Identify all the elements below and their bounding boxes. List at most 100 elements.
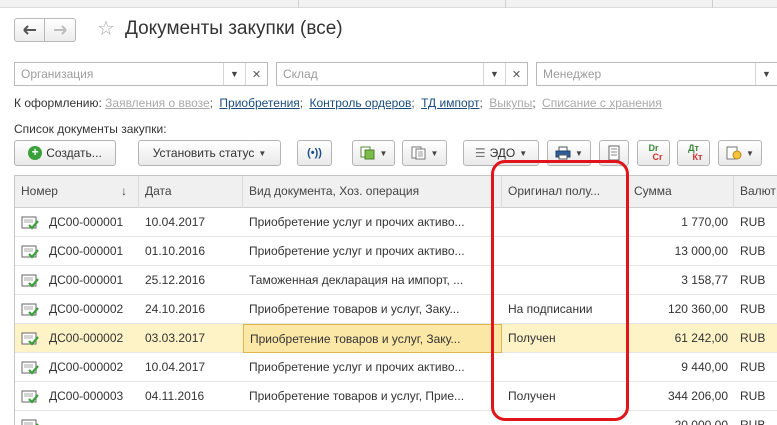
cell-number[interactable]: ДС00-000001 bbox=[15, 208, 139, 237]
edo-icon: ☰ bbox=[474, 146, 486, 160]
cr-label: Cr bbox=[652, 152, 663, 162]
column-header-number[interactable]: Номер ↓ bbox=[15, 176, 139, 208]
table-header: Номер ↓ Дата Вид документа, Хоз. операци… bbox=[15, 176, 777, 208]
create-based-on-button[interactable]: ▼ bbox=[352, 140, 395, 166]
cell-number[interactable]: ДС00-000003 bbox=[15, 382, 139, 411]
for-processing-label: К оформлению: bbox=[14, 96, 102, 110]
column-header-type[interactable]: Вид документа, Хоз. операция bbox=[243, 176, 502, 208]
link-import-applications[interactable]: Заявления о ввозе bbox=[105, 96, 210, 110]
cell-date[interactable]: 25.12.2016 bbox=[139, 266, 243, 295]
for-processing-bar: К оформлению: Заявления о ввозе; Приобре… bbox=[14, 96, 662, 110]
cell-number[interactable]: ДС00-000002 bbox=[15, 295, 139, 324]
link-storage-writeoff[interactable]: Списание с хранения bbox=[542, 96, 662, 110]
cell-document-type[interactable] bbox=[243, 411, 502, 425]
cell-currency[interactable]: RUB bbox=[734, 353, 777, 382]
cell-sum[interactable]: 9 440,00 bbox=[628, 353, 734, 382]
warehouse-field[interactable]: Склад ▼ ✕ bbox=[276, 62, 528, 86]
cell-document-type[interactable]: Приобретение товаров и услуг, Заку... bbox=[243, 295, 502, 324]
column-header-sum[interactable]: Сумма bbox=[628, 176, 734, 208]
set-status-label: Установить статус bbox=[152, 146, 255, 160]
back-button[interactable] bbox=[14, 18, 45, 42]
journal-icon bbox=[608, 145, 620, 161]
arrow-right-icon bbox=[54, 25, 67, 35]
create-button-label: Создать... bbox=[46, 146, 102, 160]
chevron-down-icon: ▼ bbox=[258, 148, 267, 158]
cell-date[interactable]: 10.04.2017 bbox=[139, 208, 243, 237]
cell-sum[interactable]: 3 158,77 bbox=[628, 266, 734, 295]
cell-sum[interactable]: 1 770,00 bbox=[628, 208, 734, 237]
chevron-down-icon: ▼ bbox=[746, 148, 754, 158]
table-row[interactable]: ДС00-000002 24.10.2016 Приобретение товаро… bbox=[15, 295, 777, 324]
table-row[interactable]: ДС00-000002 03.03.2017 Приобретение товаро… bbox=[15, 324, 777, 353]
star-icon[interactable]: ☆ bbox=[97, 16, 115, 41]
warehouse-placeholder: Склад bbox=[283, 67, 318, 81]
cell-date[interactable]: 03.03.2017 bbox=[139, 324, 243, 353]
table-row[interactable]: 20 000,00 RUB bbox=[15, 411, 777, 425]
chevron-down-icon[interactable]: ▼ bbox=[223, 63, 245, 85]
clear-icon[interactable]: ✕ bbox=[245, 63, 267, 85]
reports-icon bbox=[411, 146, 426, 160]
cell-date[interactable]: 10.04.2017 bbox=[139, 353, 243, 382]
radio-button[interactable]: (•)) bbox=[297, 140, 332, 166]
column-header-currency[interactable]: Валют bbox=[734, 176, 777, 208]
cell-number[interactable]: ДС00-000002 bbox=[15, 353, 139, 382]
cell-date[interactable]: 01.10.2016 bbox=[139, 237, 243, 266]
cell-date[interactable] bbox=[139, 411, 243, 425]
table-row[interactable]: ДС00-000003 04.11.2016 Приобретение товаро… bbox=[15, 382, 777, 411]
cell-document-type[interactable]: Приобретение услуг и прочих активо... bbox=[243, 237, 502, 266]
table-row[interactable]: ДС00-000001 10.04.2017 Приобретение услуг … bbox=[15, 208, 777, 237]
cell-sum[interactable]: 120 360,00 bbox=[628, 295, 734, 324]
cell-currency[interactable]: RUB bbox=[734, 295, 777, 324]
cell-currency[interactable]: RUB bbox=[734, 324, 777, 353]
create-button[interactable]: + Создать... bbox=[14, 140, 116, 166]
link-buyouts[interactable]: Выкупы bbox=[489, 96, 532, 110]
history-button[interactable]: ▼ bbox=[718, 140, 762, 166]
chevron-down-icon: ▼ bbox=[519, 148, 528, 158]
cell-document-type[interactable]: Приобретение товаров и услуг, Прие... bbox=[243, 382, 502, 411]
column-header-date[interactable]: Дата bbox=[139, 176, 243, 208]
kt-label: Кт bbox=[692, 152, 703, 162]
cell-number[interactable]: ДС00-000002 bbox=[15, 324, 139, 353]
cell-document-type[interactable]: Приобретение услуг и прочих активо... bbox=[243, 208, 502, 237]
manager-field[interactable]: Менеджер ▼ bbox=[536, 62, 777, 86]
cell-date[interactable]: 24.10.2016 bbox=[139, 295, 243, 324]
cell-sum[interactable]: 344 206,00 bbox=[628, 382, 734, 411]
organization-field[interactable]: Организация ▼ ✕ bbox=[14, 62, 268, 86]
chevron-down-icon: ▼ bbox=[379, 148, 388, 158]
clear-icon[interactable]: ✕ bbox=[505, 63, 527, 85]
cell-currency[interactable]: RUB bbox=[734, 237, 777, 266]
cell-number[interactable]: ДС00-000001 bbox=[15, 237, 139, 266]
sort-down-icon: ↓ bbox=[121, 184, 127, 198]
forward-button[interactable] bbox=[45, 18, 76, 42]
cell-number[interactable]: ДС00-000001 bbox=[15, 266, 139, 295]
chevron-down-icon[interactable]: ▼ bbox=[755, 63, 777, 85]
cell-document-type[interactable]: Приобретение услуг и прочих активо... bbox=[243, 353, 502, 382]
cell-currency[interactable]: RUB bbox=[734, 208, 777, 237]
table-row[interactable]: ДС00-000001 25.12.2016 Таможенная декларац… bbox=[15, 266, 777, 295]
radio-waves-icon: (•)) bbox=[307, 147, 322, 159]
cell-date[interactable]: 04.11.2016 bbox=[139, 382, 243, 411]
cell-document-type[interactable]: Таможенная декларация на импорт, ... bbox=[243, 266, 502, 295]
cell-currency[interactable]: RUB bbox=[734, 382, 777, 411]
chevron-down-icon[interactable]: ▼ bbox=[483, 63, 505, 85]
cell-sum[interactable]: 61 242,00 bbox=[628, 324, 734, 353]
table-row[interactable]: ДС00-000002 10.04.2017 Приобретение услуг … bbox=[15, 353, 777, 382]
manager-placeholder: Менеджер bbox=[543, 67, 602, 81]
cell-number[interactable] bbox=[15, 411, 139, 425]
dt-kt-button[interactable]: Дт Кт bbox=[677, 140, 710, 166]
link-order-control[interactable]: Контроль ордеров bbox=[309, 96, 411, 110]
reports-button[interactable]: ▼ bbox=[402, 140, 447, 166]
chevron-down-icon: ▼ bbox=[430, 148, 439, 158]
cell-sum[interactable]: 20 000,00 bbox=[628, 411, 734, 425]
cell-sum[interactable]: 13 000,00 bbox=[628, 237, 734, 266]
list-label: Список документы закупки: bbox=[14, 122, 167, 136]
link-customs-import[interactable]: ТД импорт bbox=[421, 96, 479, 110]
cell-currency[interactable]: RUB bbox=[734, 266, 777, 295]
cell-document-type[interactable]: Приобретение товаров и услуг, Заку... bbox=[243, 324, 502, 353]
link-acquisitions[interactable]: Приобретения bbox=[219, 96, 299, 110]
cell-currency[interactable]: RUB bbox=[734, 411, 777, 425]
table-row[interactable]: ДС00-000001 01.10.2016 Приобретение услуг … bbox=[15, 237, 777, 266]
dr-cr-button[interactable]: Dr Cr bbox=[637, 140, 670, 166]
set-status-button[interactable]: Установить статус ▼ bbox=[138, 140, 281, 166]
column-label: Номер bbox=[21, 184, 58, 198]
